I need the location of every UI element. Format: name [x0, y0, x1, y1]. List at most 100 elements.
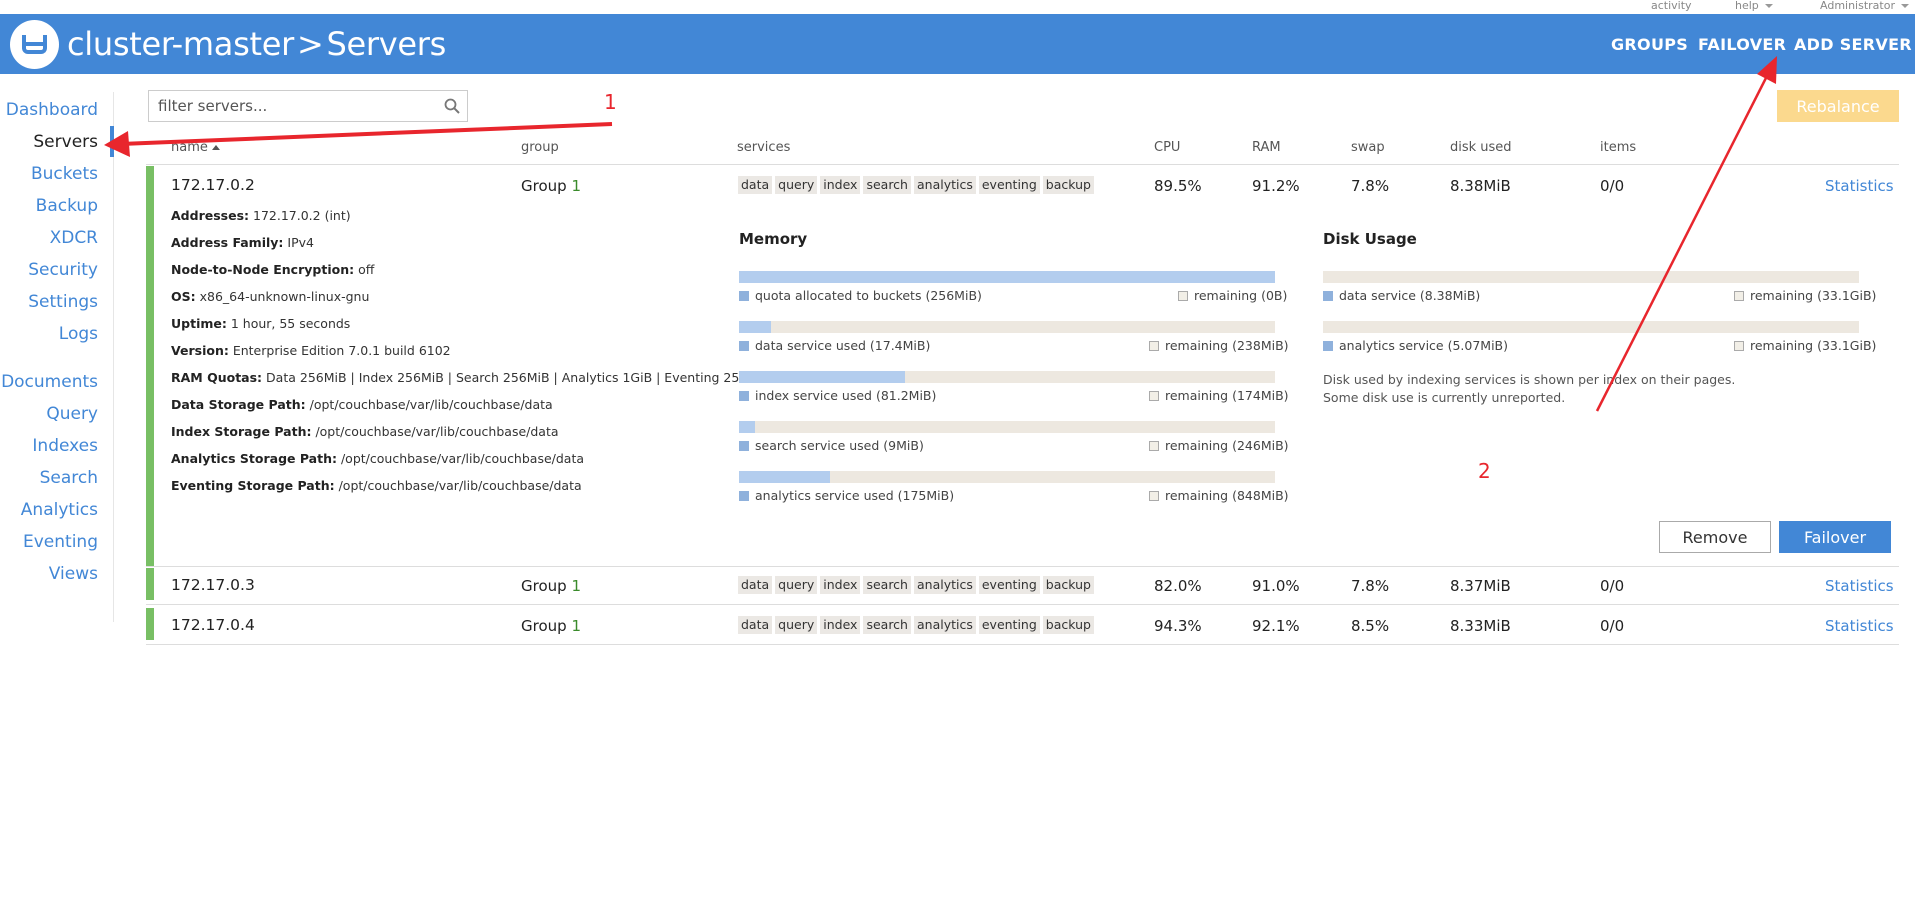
- service-badge: query: [775, 616, 818, 634]
- detail-value: /opt/couchbase/var/lib/couchbase/data: [340, 451, 585, 466]
- sidebar-item-security[interactable]: Security: [28, 260, 98, 280]
- legend-label: remaining (33.1GiB): [1750, 288, 1877, 303]
- column-name[interactable]: name: [171, 140, 220, 155]
- used-swatch-icon: [739, 291, 749, 301]
- detail-eventing-path: Eventing Storage Path: /opt/couchbase/va…: [171, 478, 582, 493]
- disk-used-legend: data service (8.38MiB): [1323, 288, 1480, 303]
- server-ip[interactable]: 172.17.0.2: [171, 176, 255, 194]
- sidebar-item-buckets[interactable]: Buckets: [31, 164, 98, 184]
- sidebar-item-xdcr[interactable]: XDCR: [50, 228, 98, 248]
- service-badge: query: [775, 176, 818, 194]
- user-menu[interactable]: Administrator: [1820, 0, 1909, 12]
- sidebar-item-eventing[interactable]: Eventing: [23, 532, 98, 552]
- detail-label: Index Storage Path:: [171, 424, 312, 439]
- sidebar-item-views[interactable]: Views: [49, 564, 98, 584]
- legend-label: remaining (0B): [1194, 288, 1288, 303]
- remove-button[interactable]: Remove: [1659, 521, 1771, 553]
- server-group: Group 1: [521, 177, 581, 195]
- service-badge: search: [863, 176, 911, 194]
- activity-link[interactable]: activity: [1651, 0, 1692, 12]
- server-cpu: 82.0%: [1154, 577, 1202, 595]
- detail-ram-quotas: RAM Quotas: Data 256MiB | Index 256MiB |…: [171, 370, 770, 385]
- server-ram: 92.1%: [1252, 617, 1300, 635]
- sort-ascending-icon: [211, 145, 220, 150]
- sidebar-item-dashboard[interactable]: Dashboard: [6, 100, 98, 120]
- legend-label: remaining (33.1GiB): [1750, 338, 1877, 353]
- server-group: Group 1: [521, 577, 581, 595]
- memory-bar-fill: [739, 421, 756, 433]
- active-nav-indicator: [110, 126, 114, 157]
- sidebar-item-settings[interactable]: Settings: [28, 292, 98, 312]
- detail-data-path: Data Storage Path: /opt/couchbase/var/li…: [171, 397, 553, 412]
- detail-label: RAM Quotas:: [171, 370, 263, 385]
- used-swatch-icon: [1323, 341, 1333, 351]
- detail-analytics-path: Analytics Storage Path: /opt/couchbase/v…: [171, 451, 584, 466]
- legend-label: index service used (81.2MiB): [755, 388, 937, 403]
- couchbase-logo-icon[interactable]: [10, 20, 59, 69]
- page-name: Servers: [326, 25, 447, 63]
- server-ip[interactable]: 172.17.0.4: [171, 616, 255, 634]
- chevron-down-icon: [1764, 4, 1773, 8]
- annotation-label-2: 2: [1478, 459, 1491, 483]
- groups-button[interactable]: GROUPS: [1611, 35, 1688, 54]
- column-group[interactable]: group: [521, 140, 559, 155]
- sidebar-item-search[interactable]: Search: [40, 468, 98, 488]
- detail-os: OS: x86_64-unknown-linux-gnu: [171, 289, 369, 304]
- memory-remaining-legend: remaining (246MiB): [1149, 438, 1289, 453]
- detail-address-family: Address Family: IPv4: [171, 235, 314, 250]
- help-menu[interactable]: help: [1735, 0, 1773, 12]
- statistics-link[interactable]: Statistics: [1825, 617, 1894, 635]
- detail-label: Uptime:: [171, 316, 227, 331]
- detail-label: Addresses:: [171, 208, 250, 223]
- statistics-link[interactable]: Statistics: [1825, 177, 1894, 195]
- sidebar-item-backup[interactable]: Backup: [36, 196, 98, 216]
- service-badge: search: [863, 576, 911, 594]
- sidebar-item-documents[interactable]: Documents: [1, 372, 98, 392]
- column-ram[interactable]: RAM: [1252, 140, 1281, 155]
- memory-bar: [739, 321, 1275, 333]
- used-swatch-icon: [739, 441, 749, 451]
- sidebar-item-analytics[interactable]: Analytics: [21, 500, 98, 520]
- cluster-name[interactable]: cluster-master: [67, 25, 294, 63]
- memory-used-legend: data service used (17.4MiB): [739, 338, 930, 353]
- statistics-link[interactable]: Statistics: [1825, 577, 1894, 595]
- detail-value: Data 256MiB | Index 256MiB | Search 256M…: [266, 370, 771, 385]
- sidebar-item-servers[interactable]: Servers: [33, 132, 98, 152]
- disk-bar: [1323, 271, 1859, 283]
- server-group-number: 1: [571, 617, 581, 635]
- annotation-arrow-1-head-icon: [104, 131, 130, 157]
- detail-value: /opt/couchbase/var/lib/couchbase/data: [315, 424, 559, 439]
- remaining-swatch-icon: [1149, 441, 1159, 451]
- memory-bar-fill: [739, 471, 831, 483]
- filter-servers-input[interactable]: [149, 91, 429, 121]
- row-divider: [146, 566, 1899, 567]
- rebalance-button[interactable]: Rebalance: [1777, 90, 1899, 122]
- services-list: data query index search analytics eventing bac…: [738, 176, 1094, 194]
- add-server-button[interactable]: ADD SERVER: [1794, 35, 1912, 54]
- server-group-number: 1: [571, 577, 581, 595]
- sidebar-item-query[interactable]: Query: [46, 404, 98, 424]
- server-cpu: 94.3%: [1154, 617, 1202, 635]
- column-items[interactable]: items: [1600, 140, 1636, 155]
- detail-value: off: [358, 262, 375, 277]
- column-services[interactable]: services: [737, 140, 790, 155]
- sidebar-item-indexes[interactable]: Indexes: [32, 436, 98, 456]
- service-badge: index: [820, 176, 861, 194]
- server-ram: 91.2%: [1252, 177, 1300, 195]
- search-icon[interactable]: [444, 98, 460, 114]
- memory-used-legend: analytics service used (175MiB): [739, 488, 954, 503]
- memory-remaining-legend: remaining (0B): [1178, 288, 1287, 303]
- chevron-down-icon: [1901, 4, 1909, 8]
- remaining-swatch-icon: [1149, 491, 1159, 501]
- server-ip[interactable]: 172.17.0.3: [171, 576, 255, 594]
- column-swap[interactable]: swap: [1351, 140, 1385, 155]
- column-disk-used[interactable]: disk used: [1450, 140, 1512, 155]
- used-swatch-icon: [1323, 291, 1333, 301]
- column-cpu[interactable]: CPU: [1154, 140, 1180, 155]
- failover-button[interactable]: Failover: [1779, 521, 1891, 553]
- service-badge: search: [863, 616, 911, 634]
- detail-index-path: Index Storage Path: /opt/couchbase/var/l…: [171, 424, 559, 439]
- sidebar-item-logs[interactable]: Logs: [59, 324, 98, 344]
- detail-value: 172.17.0.2 (int): [253, 208, 351, 223]
- failover-header-button[interactable]: FAILOVER: [1698, 35, 1786, 54]
